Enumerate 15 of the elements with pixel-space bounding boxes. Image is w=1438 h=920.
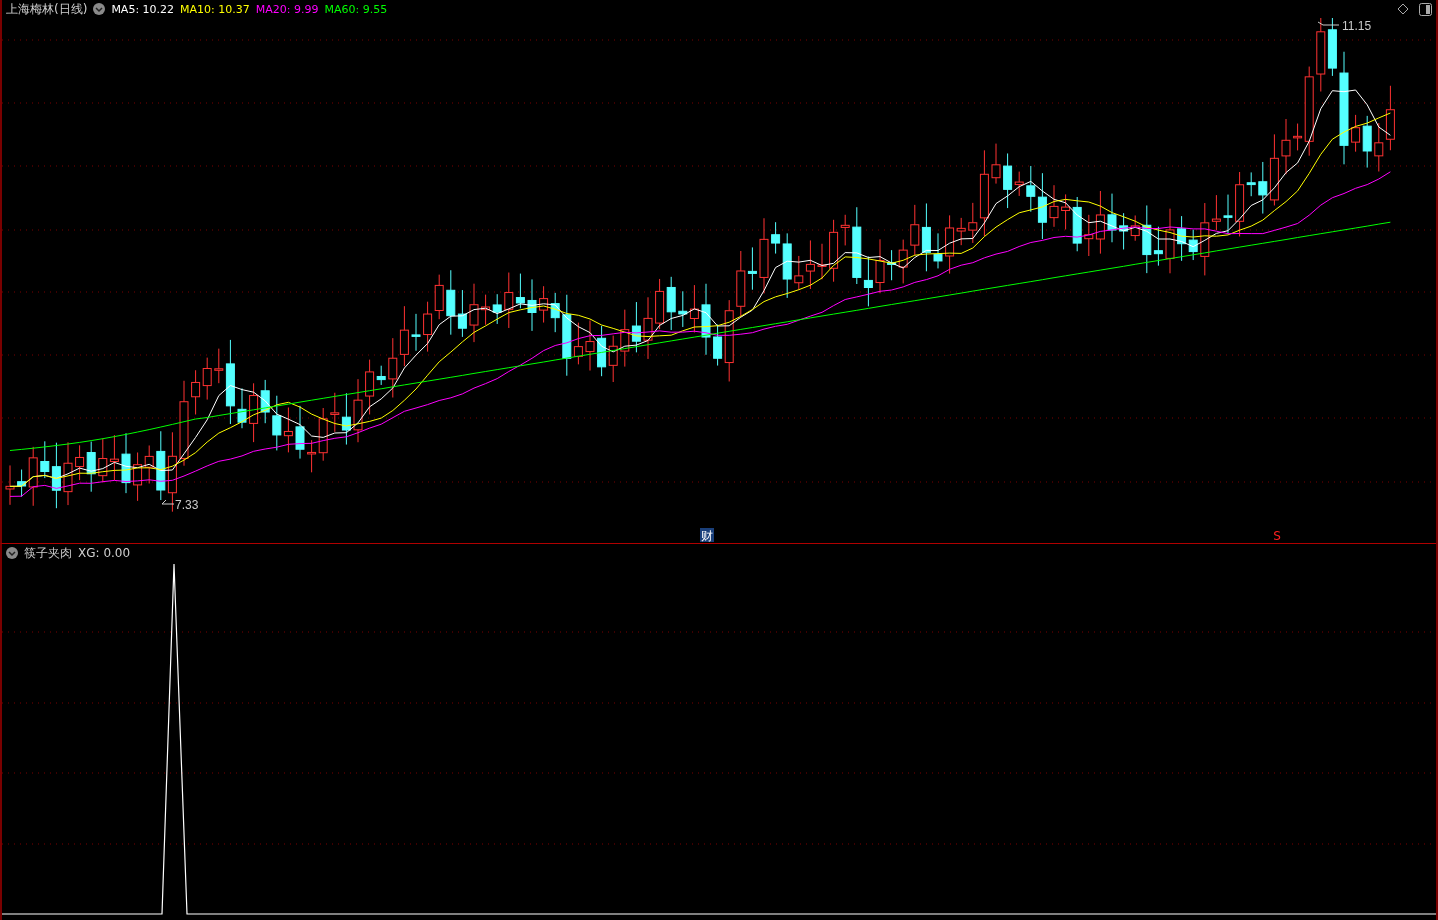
high-price-label: 11.15 [1317, 19, 1372, 33]
chevron-down-icon[interactable] [93, 3, 106, 15]
moving-average-label: MA10: 10.37 [180, 2, 250, 16]
moving-average-label: MA5: 10.22 [111, 2, 175, 16]
moving-average-label: MA60: 9.55 [324, 2, 388, 16]
indicator-reading: XG: 0.00 [78, 546, 131, 560]
low-price-label: 7.33 [161, 498, 199, 512]
chevron-down-icon[interactable] [6, 547, 18, 559]
diamond-icon[interactable] [1397, 3, 1409, 15]
chart-marker[interactable]: 财 [700, 528, 714, 543]
panel-toggle-icon[interactable] [1419, 3, 1432, 16]
moving-average-label: MA20: 9.99 [255, 2, 319, 16]
indicator-title: 筷子夹肉 [24, 544, 72, 562]
chart-marker[interactable]: S [1273, 529, 1281, 543]
stock-title: 上海梅林(日线) [6, 0, 88, 18]
